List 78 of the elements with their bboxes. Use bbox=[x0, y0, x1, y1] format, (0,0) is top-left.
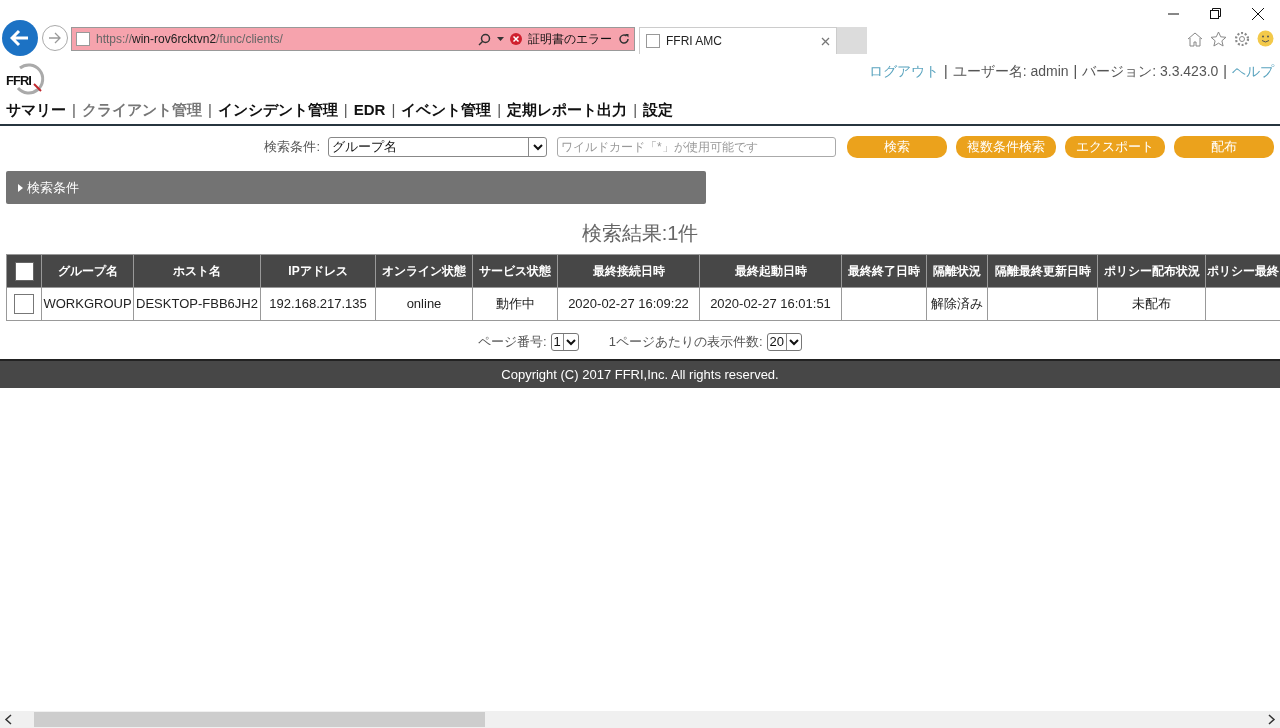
search-field[interactable]: ワイルドカード「*」が使用可能です bbox=[557, 137, 836, 157]
header-info: バージョン: 3.3.423.0 bbox=[1082, 62, 1219, 81]
nav-item[interactable]: クライアント管理 bbox=[81, 98, 202, 122]
left-arrow-icon bbox=[10, 29, 30, 47]
nav-item[interactable]: EDR bbox=[353, 98, 386, 122]
table-cell: 動作中 bbox=[472, 287, 558, 321]
table-cell: 2020-02-27 16:01:51 bbox=[699, 287, 842, 321]
table-cell: 未配布 bbox=[1097, 287, 1206, 321]
chevron-down-icon bbox=[565, 338, 576, 346]
site-icon bbox=[76, 32, 90, 46]
column-header: ポリシー最終 bbox=[1205, 254, 1280, 288]
column-header: 隔離最終更新日時 bbox=[987, 254, 1098, 288]
caret-icon[interactable] bbox=[497, 37, 504, 41]
smiley-icon[interactable] bbox=[1257, 30, 1274, 47]
browser-tab[interactable]: FFRI AMC bbox=[639, 27, 837, 54]
row-checkbox[interactable] bbox=[14, 294, 34, 314]
nav-item[interactable]: 定期レポート出力 bbox=[507, 98, 628, 122]
address-bar[interactable]: https://win-rov6rcktvn2/func/clients/ 証明書のエラー bbox=[71, 27, 635, 51]
separator: | bbox=[497, 99, 502, 120]
logo: FFRI bbox=[6, 62, 46, 96]
star-icon[interactable] bbox=[1210, 30, 1227, 47]
condition-select[interactable]: グループ名 bbox=[328, 137, 547, 157]
horizontal-scrollbar[interactable] bbox=[0, 711, 1280, 728]
tab-title: FFRI AMC bbox=[666, 33, 722, 50]
nav-item[interactable]: インシデント管理 bbox=[217, 98, 338, 122]
chevron-down-icon bbox=[789, 338, 800, 346]
select-all-checkbox[interactable] bbox=[14, 261, 34, 281]
table-cell: 解除済み bbox=[926, 287, 988, 321]
column-header: オンライン状態 bbox=[375, 254, 473, 288]
column-header: 最終起動日時 bbox=[699, 254, 842, 288]
error-icon bbox=[510, 33, 522, 45]
per-page-label: 1ページあたりの表示件数: bbox=[608, 333, 763, 352]
table-cell: 2020-02-27 16:09:22 bbox=[557, 287, 700, 321]
page-label: ページ番号: bbox=[477, 333, 547, 352]
separator: | bbox=[1223, 62, 1227, 81]
separator: | bbox=[343, 99, 348, 120]
column-header: グループ名 bbox=[41, 254, 134, 288]
page-select[interactable]: 1 bbox=[550, 333, 579, 351]
separator: | bbox=[72, 99, 76, 120]
column-header: 最終終了日時 bbox=[841, 254, 927, 288]
search-label: 検索条件: bbox=[264, 138, 320, 157]
table-cell: online bbox=[375, 287, 473, 321]
result-count: 検索結果:1件 bbox=[581, 221, 699, 246]
home-icon[interactable] bbox=[1187, 30, 1203, 47]
copyright-text: Copyright (C) 2017 FFRI,Inc. All rights reserved. bbox=[501, 365, 779, 384]
refresh-icon[interactable] bbox=[618, 33, 630, 45]
separator: | bbox=[944, 62, 948, 81]
separator: | bbox=[633, 99, 638, 120]
table-cell: DESKTOP-FBB6JH2 bbox=[133, 287, 261, 321]
right-arrow-icon bbox=[48, 32, 62, 44]
restore-icon[interactable] bbox=[1210, 8, 1221, 19]
scrollbar-thumb[interactable] bbox=[34, 712, 485, 727]
certificate-error-text[interactable]: 証明書のエラー bbox=[528, 30, 612, 48]
search-icon[interactable] bbox=[478, 32, 491, 46]
site-icon bbox=[646, 34, 660, 48]
close-icon[interactable] bbox=[1252, 8, 1264, 20]
separator: | bbox=[1073, 62, 1078, 81]
table-cell: WORKGROUP bbox=[41, 287, 134, 321]
header-info: ユーザー名: admin bbox=[952, 62, 1069, 81]
back-button[interactable] bbox=[2, 20, 38, 56]
table-cell: 192.168.217.135 bbox=[260, 287, 376, 321]
column-header: 最終接続日時 bbox=[557, 254, 700, 288]
nav-item[interactable]: 設定 bbox=[643, 98, 674, 122]
chevron-down-icon bbox=[532, 143, 543, 151]
column-header: 隔離状況 bbox=[926, 254, 988, 288]
separator: | bbox=[207, 99, 212, 120]
url-text: https://win-rov6rcktvn2/func/clients/ bbox=[96, 31, 283, 48]
column-header: サービス状態 bbox=[472, 254, 558, 288]
column-header: ホスト名 bbox=[133, 254, 261, 288]
settings-icon[interactable] bbox=[1234, 30, 1250, 47]
column-header: IPアドレス bbox=[260, 254, 376, 288]
per-page-select[interactable]: 20 bbox=[766, 333, 803, 351]
separator: | bbox=[391, 99, 396, 120]
column-header: ポリシー配布状況 bbox=[1097, 254, 1206, 288]
nav-item[interactable]: サマリー bbox=[6, 98, 66, 122]
caret-icon bbox=[18, 183, 23, 192]
nav-item[interactable]: イベント管理 bbox=[401, 98, 492, 122]
search-conditions-panel[interactable]: 検索条件 bbox=[6, 171, 706, 204]
